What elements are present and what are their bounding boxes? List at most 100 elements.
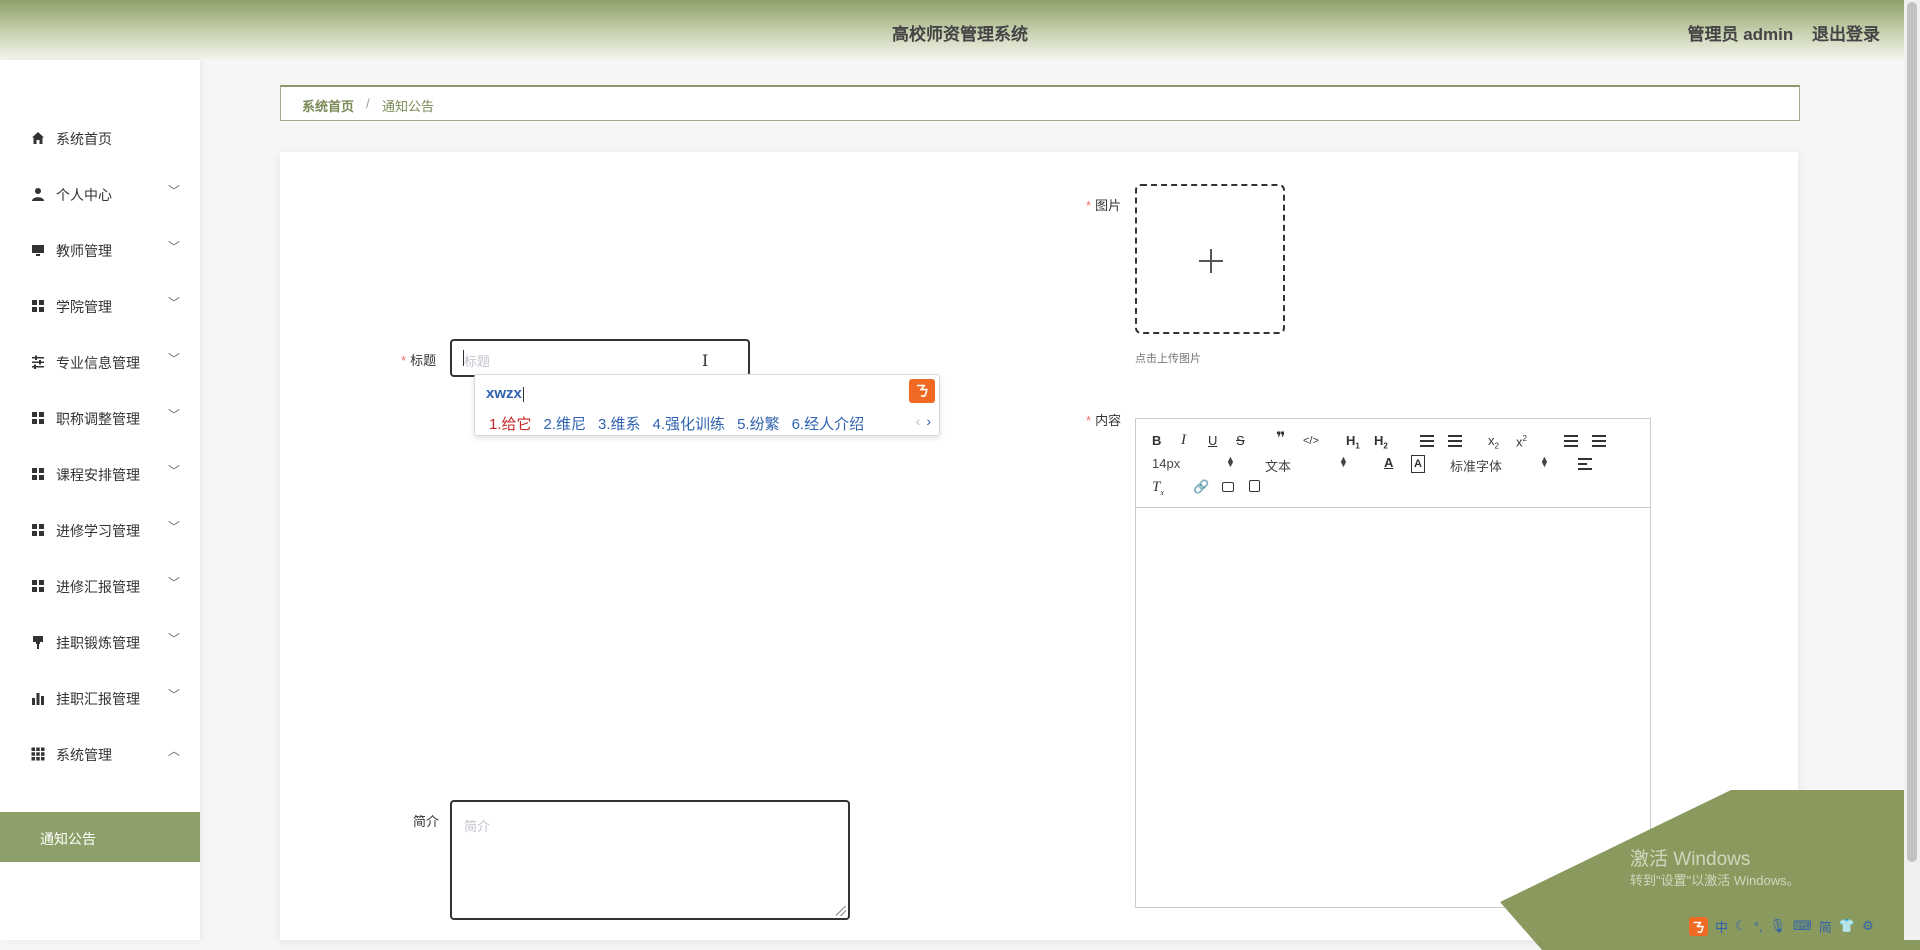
heading2-icon[interactable]: H2 [1374, 433, 1388, 455]
paragraph-select[interactable]: 文本 ▲ ▼ [1265, 454, 1348, 475]
ordered-list-icon[interactable] [1420, 435, 1434, 447]
required-marker: * [1086, 413, 1092, 428]
font-family-select[interactable]: 标准字体 ▲ ▼ [1450, 455, 1549, 475]
sidebar-item-system[interactable]: 系统管理 ︿ [0, 725, 200, 781]
sidebar-item-training[interactable]: 进修学习管理 ﹀ [0, 501, 200, 557]
chevron-down-icon: ﹀ [168, 576, 181, 590]
logout-button[interactable]: 退出登录 [1812, 25, 1880, 44]
sidebar-item-home[interactable]: 系统首页 [0, 109, 200, 165]
settings-icon[interactable]: ⚙ [1862, 918, 1874, 934]
ime-candidate[interactable]: 1.给它 [489, 416, 532, 433]
ime-mode-indicator[interactable]: 中 [1715, 917, 1728, 936]
moon-icon[interactable]: ☾ [1735, 918, 1747, 934]
sidebar-item-courses[interactable]: 课程安排管理 ﹀ [0, 445, 200, 501]
link-icon[interactable]: 🔗 [1193, 479, 1209, 495]
heading1-icon[interactable]: H1 [1346, 433, 1360, 455]
resize-handle-icon[interactable] [836, 906, 846, 916]
keyboard-icon[interactable]: ⌨ [1793, 918, 1812, 934]
ime-candidate[interactable]: 6.经人介绍 [792, 416, 865, 433]
sidebar-item-titles[interactable]: 职称调整管理 ﹀ [0, 389, 200, 445]
intro-label: 简介 [413, 814, 440, 829]
ime-pinyin: xwzx [486, 385, 522, 402]
code-block-icon[interactable]: </> [1303, 433, 1319, 449]
required-marker: * [401, 353, 407, 368]
bullet-list-icon[interactable] [1448, 435, 1462, 447]
ime-candidate[interactable]: 3.维系 [598, 416, 641, 433]
select-arrow-icon: ▲ ▼ [1226, 454, 1235, 469]
font-color-icon[interactable]: A [1384, 455, 1393, 471]
content-label: * 内容 [1086, 413, 1122, 428]
ime-candidate[interactable]: 4.强化训练 [653, 416, 726, 433]
chevron-down-icon: ﹀ [168, 184, 181, 198]
home-icon [30, 130, 45, 145]
brush-icon [30, 634, 45, 649]
apps-icon [30, 746, 45, 761]
chevron-down-icon: ﹀ [168, 464, 181, 478]
page-scrollbar[interactable] [1904, 0, 1920, 940]
ime-candidate[interactable]: 5.纷繁 [737, 416, 780, 433]
image-uploader[interactable] [1135, 184, 1285, 334]
sidebar-item-majors[interactable]: 专业信息管理 ﹀ [0, 333, 200, 389]
ime-tray-logo-icon[interactable]: ㄋ [1689, 916, 1709, 936]
sidebar-subitem-notices[interactable]: 通知公告 [0, 812, 200, 862]
user-area: 管理员 admin 退出登录 [1673, 20, 1880, 45]
ime-logo-icon[interactable]: ㄋ [909, 379, 935, 403]
sidebar-item-secondment-reports[interactable]: 挂职汇报管理 ﹀ [0, 669, 200, 725]
sidebar-item-label: 进修学习管理 [56, 523, 140, 539]
intro-textarea[interactable]: 简介 [450, 800, 850, 920]
sidebar-item-label: 个人中心 [56, 187, 112, 203]
sidebar-item-teachers[interactable]: 教师管理 ﹀ [0, 221, 200, 277]
blockquote-icon[interactable]: ❞ [1276, 431, 1285, 447]
chevron-right-icon[interactable]: › [926, 413, 931, 429]
microphone-icon[interactable]: 🎙 [1770, 918, 1787, 934]
indent-icon[interactable] [1592, 435, 1606, 447]
breadcrumb-home-link[interactable]: 系统首页 [302, 96, 354, 115]
ime-simplified-indicator[interactable]: 简 [1819, 917, 1832, 936]
underline-icon[interactable]: U [1208, 433, 1217, 449]
sidebar-item-colleges[interactable]: 学院管理 ﹀ [0, 277, 200, 333]
select-arrow-icon: ▲ ▼ [1339, 454, 1348, 469]
chevron-left-icon[interactable]: ‹ [916, 413, 921, 429]
ime-candidate[interactable]: 2.维尼 [544, 416, 587, 433]
title-placeholder: 标题 [464, 354, 491, 369]
superscript-icon[interactable]: x2 [1516, 431, 1527, 450]
subscript-icon[interactable]: x2 [1488, 433, 1499, 455]
sliders-icon [30, 354, 45, 369]
grid-icon [30, 522, 45, 537]
sidebar-item-label: 学院管理 [56, 299, 112, 315]
bar-chart-icon [30, 690, 45, 705]
bold-icon[interactable]: B [1152, 433, 1161, 449]
align-left-icon[interactable] [1578, 458, 1592, 470]
ime-candidate-popup: xwzx ㄋ 1.给它 2.维尼 3.维系 4.强化训练 5.纷繁 6.经人介绍 ‹ › [474, 374, 940, 436]
outdent-icon[interactable] [1564, 435, 1578, 447]
sidebar-item-secondment[interactable]: 挂职锻炼管理 ﹀ [0, 613, 200, 669]
sidebar-item-personal[interactable]: 个人中心 ﹀ [0, 165, 200, 221]
sidebar-subitem-label: 通知公告 [40, 831, 96, 847]
ime-tray: ㄋ 中 ☾ °, 🎙 ⌨ 简 👕 ⚙ [1689, 914, 1899, 938]
clear-format-icon[interactable]: Tx [1152, 479, 1164, 501]
sidebar-item-training-reports[interactable]: 进修汇报管理 ﹀ [0, 557, 200, 613]
italic-icon[interactable]: I [1181, 432, 1186, 448]
punctuation-icon[interactable]: °, [1754, 919, 1763, 934]
video-icon[interactable] [1249, 480, 1260, 496]
grid-icon [30, 578, 45, 593]
sidebar-item-label: 职称调整管理 [56, 411, 140, 427]
ime-candidates: 1.给它 2.维尼 3.维系 4.强化训练 5.纷繁 6.经人介绍 [489, 413, 876, 434]
sidebar-item-label: 教师管理 [56, 243, 112, 259]
title-label: * 标题 [401, 353, 437, 368]
chevron-down-icon: ﹀ [168, 240, 181, 254]
editor-content-area[interactable] [1136, 508, 1650, 907]
background-color-icon[interactable]: A [1411, 455, 1425, 473]
sidebar-item-label: 课程安排管理 [56, 467, 140, 483]
sidebar-item-label: 挂职锻炼管理 [56, 635, 140, 651]
title-input[interactable]: 标题 I [450, 339, 750, 377]
plus-icon-vertical [1210, 249, 1212, 273]
ime-page-nav: ‹ › [916, 413, 931, 429]
font-size-select[interactable]: 14px ▲ ▼ [1152, 454, 1235, 472]
scrollbar-thumb[interactable] [1907, 2, 1917, 862]
strikethrough-icon[interactable]: S [1236, 433, 1245, 449]
upload-hint: 点击上传图片 [1135, 353, 1201, 365]
skin-icon[interactable]: 👕 [1839, 918, 1855, 934]
image-icon[interactable] [1222, 480, 1234, 496]
app-title: 高校师资管理系统 [892, 25, 1028, 44]
